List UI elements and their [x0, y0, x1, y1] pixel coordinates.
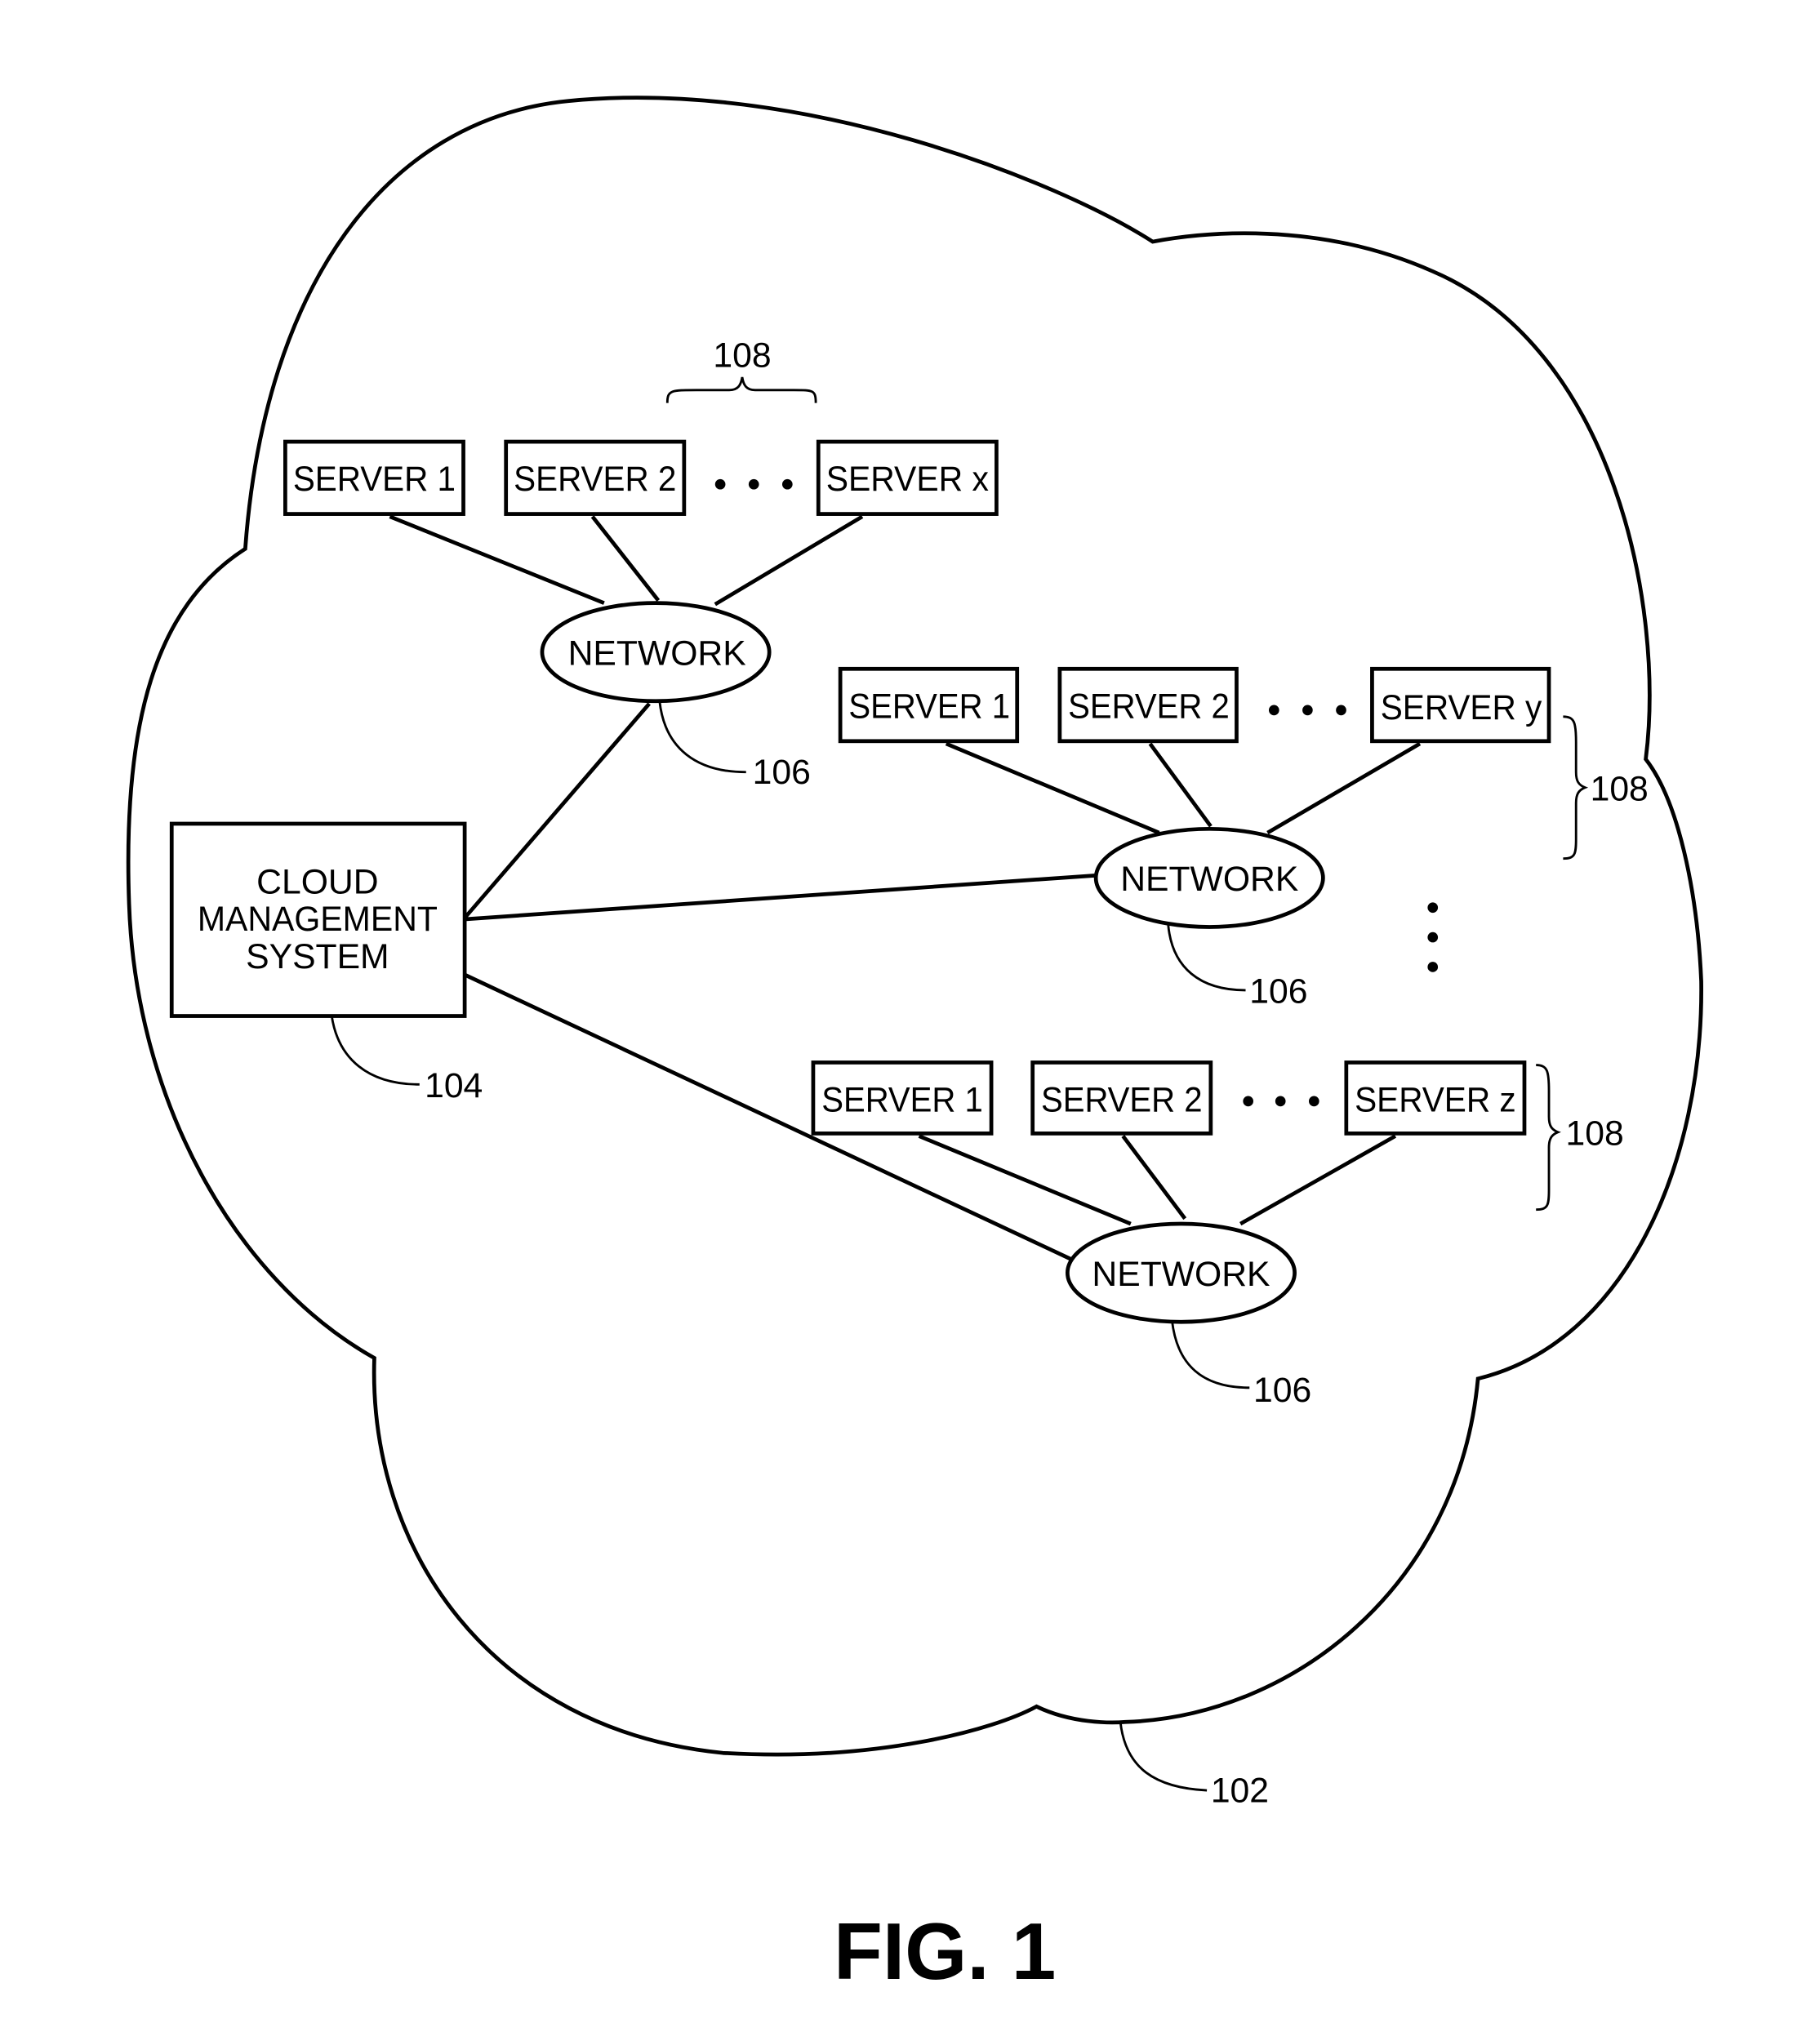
connector-line — [714, 514, 864, 607]
server-label: SERVER x — [826, 460, 989, 499]
server-label: SERVER 2 — [514, 460, 676, 499]
ellipsis-dot — [1308, 1096, 1319, 1107]
server-label: SERVER 1 — [293, 460, 456, 499]
ellipsis-dot — [714, 478, 726, 490]
ellipsis-dot — [748, 478, 759, 490]
ellipsis-dot — [1275, 1096, 1286, 1107]
server-label: SERVER 1 — [821, 1081, 983, 1120]
network-label: NETWORK — [1120, 860, 1298, 899]
cloud-ref-label: 102 — [1211, 1771, 1269, 1810]
cloud-ref-leader — [1119, 1722, 1208, 1792]
group-ref-label: 108 — [1566, 1114, 1624, 1154]
management-system-label-line-1: CLOUD — [256, 862, 378, 901]
connector-line — [1148, 742, 1213, 828]
management-system-label-line-2: MANAGEMENT — [198, 900, 438, 939]
connector-line — [1121, 1135, 1187, 1220]
mgmt-to-network-1-line — [463, 702, 651, 919]
ellipsis-dot — [781, 478, 793, 490]
network-ref-label: 106 — [753, 753, 811, 792]
group-brace — [1536, 1064, 1561, 1212]
ellipsis-dot — [1302, 705, 1313, 716]
management-ref-label: 104 — [425, 1066, 483, 1105]
network-ref-leader — [1170, 1320, 1250, 1389]
management-ref-leader — [330, 1016, 420, 1086]
group-ref-label: 108 — [713, 336, 771, 375]
connector-line — [590, 515, 661, 602]
cluster-3: SERVER 1 SERVER 2 SERVER z 108 NETWORK 1… — [811, 1060, 1624, 1410]
ellipsis-dot — [1243, 1096, 1254, 1107]
network-label: NETWORK — [1092, 1255, 1270, 1294]
management-system-label-line-3: SYSTEM — [246, 937, 389, 976]
group-ref-label: 108 — [1591, 770, 1649, 809]
connector-line — [1239, 1134, 1397, 1226]
ellipsis-dot — [1268, 705, 1279, 716]
network-label: NETWORK — [568, 634, 746, 674]
connector-line — [389, 514, 605, 605]
server-label: SERVER 1 — [848, 687, 1010, 726]
connector-line — [918, 1134, 1132, 1226]
figure-title: FIG. 1 — [834, 1906, 1056, 1996]
patent-figure: 102 SERVER 1 SERVER 2 SERVER x 108 NETWO… — [126, 96, 1703, 1996]
network-ref-label: 106 — [1253, 1371, 1311, 1410]
group-brace — [665, 376, 817, 403]
network-ref-label: 106 — [1249, 972, 1307, 1012]
server-label: SERVER 2 — [1041, 1081, 1203, 1120]
server-label: SERVER z — [1355, 1081, 1516, 1120]
ellipsis-dot — [1336, 705, 1346, 716]
mgmt-to-network-2-line — [464, 873, 1097, 922]
connector-line — [1266, 741, 1422, 835]
cluster-2: SERVER 1 SERVER 2 SERVER y 108 NETWORK 1… — [838, 666, 1649, 1012]
cloud-management-system: CLOUD MANAGEMENT SYSTEM 104 — [169, 821, 483, 1105]
group-brace — [1563, 715, 1589, 860]
vertical-ellipsis — [1427, 902, 1439, 972]
ellipsis-dot — [1427, 962, 1439, 972]
server-label: SERVER y — [1381, 688, 1542, 727]
network-ref-leader — [658, 700, 746, 774]
connector-line — [945, 741, 1160, 835]
server-label: SERVER 2 — [1068, 687, 1230, 726]
ellipsis-dot — [1427, 902, 1439, 914]
ellipsis-dot — [1427, 931, 1439, 943]
network-ref-leader — [1167, 924, 1246, 992]
